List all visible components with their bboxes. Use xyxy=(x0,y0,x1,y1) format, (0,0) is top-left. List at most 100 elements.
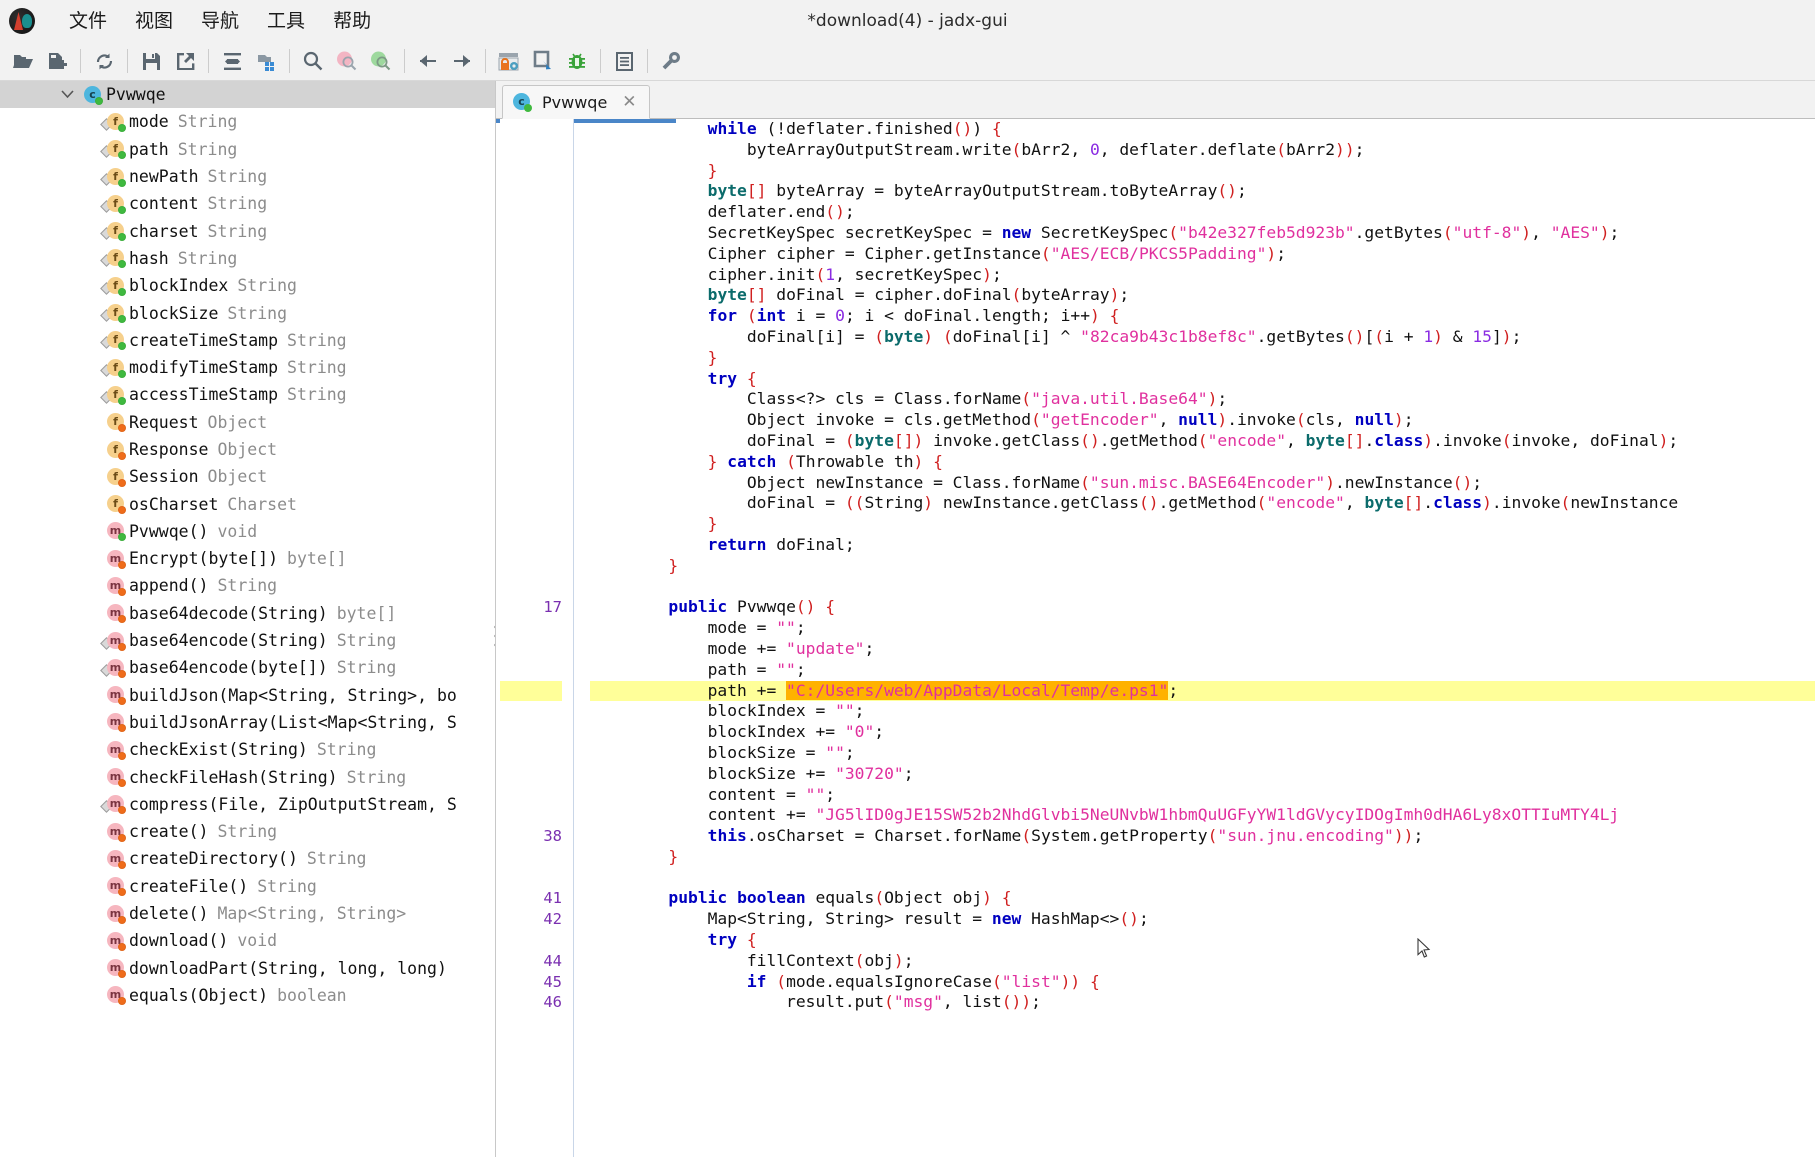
code-line[interactable]: Object newInstance = Class.forName("sun.… xyxy=(590,473,1815,494)
code-line[interactable]: path = ""; xyxy=(590,660,1815,681)
tree-item-newpath[interactable]: f newPath String xyxy=(0,163,495,190)
tree-item-accesstimestamp[interactable]: f accessTimeStamp String xyxy=(0,381,495,408)
tree-item-mode[interactable]: f mode String xyxy=(0,108,495,135)
code-view[interactable]: 17 38 41 42 44 45 46 while (!deflater.finished… xyxy=(496,119,1815,1157)
code-line[interactable]: Cipher cipher = Cipher.getInstance("AES/… xyxy=(590,244,1815,265)
tree-item-encrypt-byte[interactable]: m Encrypt(byte[]) byte[] xyxy=(0,545,495,572)
close-icon[interactable]: ✕ xyxy=(622,92,636,112)
logs-button[interactable] xyxy=(560,45,594,77)
code-line[interactable]: return doFinal; xyxy=(590,535,1815,556)
menu-tools[interactable]: 工具 xyxy=(253,8,319,35)
code-line[interactable]: } xyxy=(590,556,1815,577)
tree-item-blockindex[interactable]: f blockIndex String xyxy=(0,272,495,299)
tree-item-create[interactable]: m create() String xyxy=(0,818,495,845)
code-line[interactable]: cipher.init(1, secretKeySpec); xyxy=(590,265,1815,286)
tree-item-pvwwqe[interactable]: m Pvwwqe() void xyxy=(0,518,495,545)
code-line[interactable]: byte[] doFinal = cipher.doFinal(byteArra… xyxy=(590,285,1815,306)
code-line[interactable]: for (int i = 0; i < doFinal.length; i++)… xyxy=(590,306,1815,327)
code-line[interactable]: while (!deflater.finished()) { xyxy=(590,119,1815,140)
code-line[interactable]: try { xyxy=(590,930,1815,951)
tree-item-modifytimestamp[interactable]: f modifyTimeStamp String xyxy=(0,354,495,381)
tree-item-base64decode-string[interactable]: m base64decode(String) byte[] xyxy=(0,600,495,627)
tree-item-append[interactable]: m append() String xyxy=(0,572,495,599)
preferences-button[interactable] xyxy=(654,45,688,77)
code-line[interactable]: } xyxy=(590,348,1815,369)
code-line[interactable]: Class<?> cls = Class.forName("java.util.… xyxy=(590,389,1815,410)
code-line[interactable]: content = ""; xyxy=(590,785,1815,806)
add-files-button[interactable] xyxy=(40,45,74,77)
tree-item-checkfilehash-string[interactable]: m checkFileHash(String) String xyxy=(0,763,495,790)
comment-search-button[interactable] xyxy=(364,45,398,77)
code-line[interactable]: deflater.end(); xyxy=(590,202,1815,223)
code-line[interactable] xyxy=(590,577,1815,598)
tree-item-response[interactable]: f Response Object xyxy=(0,436,495,463)
chevron-down-icon[interactable] xyxy=(56,90,78,99)
code-line[interactable]: } xyxy=(590,514,1815,535)
code-line[interactable]: } xyxy=(590,161,1815,182)
code-line[interactable]: public Pvwwqe() { xyxy=(590,597,1815,618)
menu-view[interactable]: 视图 xyxy=(121,8,187,35)
code-line[interactable]: if (mode.equalsIgnoreCase("list")) { xyxy=(590,972,1815,993)
source-code-area[interactable]: while (!deflater.finished()) { byteArray… xyxy=(574,119,1815,1157)
menu-navigation[interactable]: 导航 xyxy=(187,8,253,35)
tree-item-oscharset[interactable]: f osCharset Charset xyxy=(0,490,495,517)
tree-item-base64encode-byte[interactable]: m base64encode(byte[]) String xyxy=(0,654,495,681)
tree-item-equals-object[interactable]: m equals(Object) boolean xyxy=(0,982,495,1009)
tree-item-downloadpart-string-long-long[interactable]: m downloadPart(String, long, long) xyxy=(0,955,495,982)
code-line[interactable]: doFinal[i] = (byte) (doFinal[i] ^ "82ca9… xyxy=(590,327,1815,348)
code-line[interactable]: SecretKeySpec secretKeySpec = new Secret… xyxy=(590,223,1815,244)
code-line[interactable]: public boolean equals(Object obj) { xyxy=(590,888,1815,909)
class-tree-pane[interactable]: c Pvwwqe f mode String f path String f newPath Str… xyxy=(0,81,496,1157)
tree-item-compress-file-zipoutputstream-s[interactable]: m compress(File, ZipOutputStream, S xyxy=(0,791,495,818)
code-line[interactable]: blockSize = ""; xyxy=(590,743,1815,764)
sync-with-editor-button[interactable] xyxy=(215,45,249,77)
code-line[interactable]: byte[] byteArray = byteArrayOutputStream… xyxy=(590,181,1815,202)
class-tree[interactable]: c Pvwwqe f mode String f path String f newPath Str… xyxy=(0,81,495,1009)
code-line-highlighted[interactable]: path += "C:/Users/web/AppData/Local/Temp… xyxy=(590,680,1815,702)
tree-item-buildjsonarray-list-map-string-s[interactable]: m buildJsonArray(List<Map<String, S xyxy=(0,709,495,736)
tree-item-request[interactable]: f Request Object xyxy=(0,409,495,436)
tree-item-createtimestamp[interactable]: f createTimeStamp String xyxy=(0,327,495,354)
code-line[interactable]: try { xyxy=(590,369,1815,390)
code-line[interactable]: blockIndex = ""; xyxy=(590,701,1815,722)
open-file-button[interactable] xyxy=(6,45,40,77)
tree-root-pvwwqe[interactable]: c Pvwwqe xyxy=(0,81,495,109)
code-line[interactable]: doFinal = ((String) newInstance.getClass… xyxy=(590,493,1815,514)
tree-item-checkexist-string[interactable]: m checkExist(String) String xyxy=(0,736,495,763)
quark-analysis-button[interactable] xyxy=(526,45,560,77)
tree-item-session[interactable]: f Session Object xyxy=(0,463,495,490)
save-all-button[interactable] xyxy=(134,45,168,77)
export-gradle-button[interactable] xyxy=(168,45,202,77)
tree-item-base64encode-string[interactable]: m base64encode(String) String xyxy=(0,627,495,654)
code-line[interactable]: mode = ""; xyxy=(590,618,1815,639)
tree-item-createdirectory[interactable]: m createDirectory() String xyxy=(0,845,495,872)
tree-item-charset[interactable]: f charset String xyxy=(0,217,495,244)
back-button[interactable] xyxy=(411,45,445,77)
code-line[interactable]: } xyxy=(590,847,1815,868)
code-line[interactable]: Object invoke = cls.getMethod("getEncode… xyxy=(590,410,1815,431)
reload-button[interactable] xyxy=(87,45,121,77)
code-line[interactable]: doFinal = (byte[]) invoke.getClass().get… xyxy=(590,431,1815,452)
tree-item-delete[interactable]: m delete() Map<String, String> xyxy=(0,900,495,927)
code-line[interactable]: } catch (Throwable th) { xyxy=(590,452,1815,473)
tree-item-download[interactable]: m download() void xyxy=(0,927,495,954)
class-search-button[interactable] xyxy=(330,45,364,77)
tree-item-buildjson-map-string-string-bo[interactable]: m buildJson(Map<String, String>, bo xyxy=(0,682,495,709)
code-line[interactable]: result.put("msg", list()); xyxy=(590,992,1815,1013)
editor-tab-pvwwqe[interactable]: c Pvwwqe ✕ xyxy=(502,85,650,119)
forward-button[interactable] xyxy=(445,45,479,77)
tree-item-path[interactable]: f path String xyxy=(0,136,495,163)
code-line[interactable]: mode += "update"; xyxy=(590,639,1815,660)
code-line[interactable]: Map<String, String> result = new HashMap… xyxy=(590,909,1815,930)
code-line[interactable]: blockSize += "30720"; xyxy=(590,764,1815,785)
flat-packages-button[interactable] xyxy=(249,45,283,77)
text-search-button[interactable] xyxy=(296,45,330,77)
menu-file[interactable]: 文件 xyxy=(55,8,121,35)
menu-help[interactable]: 帮助 xyxy=(319,8,385,35)
code-line[interactable]: content += "JG5lID0gJE15SW52b2NhdGlvbi5N… xyxy=(590,805,1815,826)
tree-item-createfile[interactable]: m createFile() String xyxy=(0,873,495,900)
deobfuscation-button[interactable] xyxy=(492,45,526,77)
code-line[interactable] xyxy=(590,868,1815,889)
code-line[interactable]: this.osCharset = Charset.forName(System.… xyxy=(590,826,1815,847)
decompile-all-button[interactable] xyxy=(607,45,641,77)
